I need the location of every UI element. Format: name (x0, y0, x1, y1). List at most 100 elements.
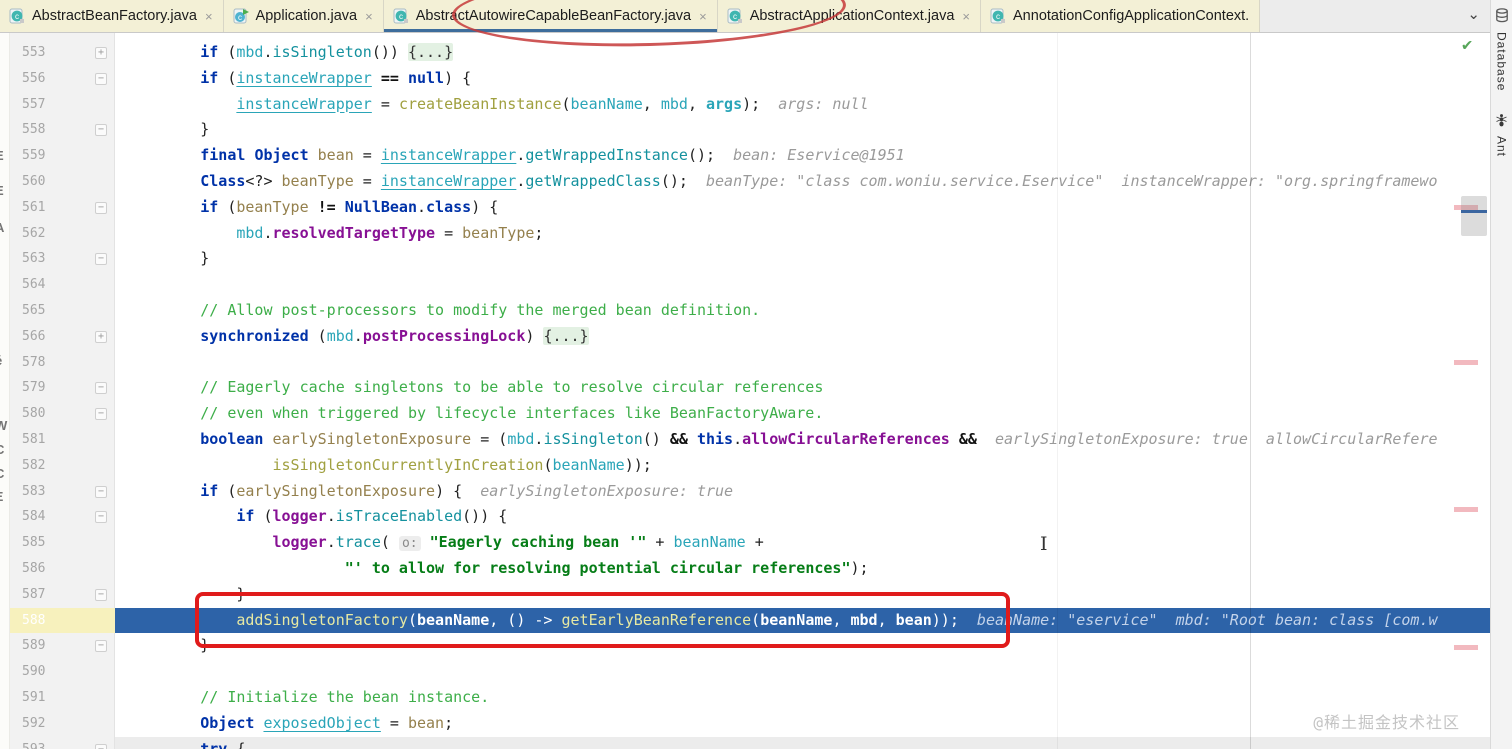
error-stripe-mark[interactable] (1454, 507, 1478, 512)
code-text[interactable] (115, 350, 1490, 376)
watermark: @稀土掘金技术社区 (1313, 713, 1460, 732)
code-line[interactable]: 582 isSingletonCurrentlyInCreation(beanN… (10, 453, 1490, 479)
fold-marker-icon[interactable]: − (95, 124, 107, 137)
code-text[interactable] (115, 272, 1490, 298)
code-line[interactable]: 564 (10, 272, 1490, 298)
code-text[interactable]: } (115, 633, 1490, 659)
code-text[interactable]: } (115, 582, 1490, 608)
code-line[interactable]: 559 final Object bean = instanceWrapper.… (10, 143, 1490, 169)
tool-button-database[interactable]: Database (1495, 8, 1509, 91)
code-token: boolean (200, 429, 264, 448)
fold-marker-icon[interactable]: − (95, 382, 107, 395)
code-line[interactable]: 558 − } (10, 117, 1490, 143)
fold-marker-icon[interactable]: − (95, 253, 107, 266)
code-line[interactable]: 581 boolean earlySingletonExposure = (mb… (10, 427, 1490, 453)
code-line[interactable]: 566 + synchronized (mbd.postProcessingLoc… (10, 324, 1490, 350)
code-text[interactable]: try { (115, 736, 1490, 749)
code-text[interactable]: if (logger.isTraceEnabled()) { (115, 504, 1490, 530)
code-text[interactable]: // even when triggered by lifecycle inte… (115, 401, 1490, 427)
fold-marker-icon[interactable]: − (95, 640, 107, 653)
error-stripe-mark[interactable] (1454, 360, 1478, 365)
code-line[interactable]: 579 − // Eagerly cache singletons to be a… (10, 375, 1490, 401)
code-line[interactable]: 591 // Initialize the bean instance. (10, 685, 1490, 711)
tab-abstractapplicationcontext[interactable]: c AbstractApplicationContext.java × (717, 0, 982, 32)
code-line[interactable]: 565 // Allow post-processors to modify t… (10, 298, 1490, 324)
chevron-down-icon[interactable]: ⌄ (1461, 5, 1490, 27)
code-text[interactable]: synchronized (mbd.postProcessingLock) {.… (115, 324, 1490, 350)
gutter-cell: 580 − (10, 401, 115, 427)
code-line[interactable]: 560 Class<?> beanType = instanceWrapper.… (10, 169, 1490, 195)
code-line[interactable]: 587 − } (10, 582, 1490, 608)
code-line[interactable]: 578 (10, 350, 1490, 376)
close-icon[interactable]: × (699, 9, 707, 24)
code-line[interactable]: 563 − } (10, 246, 1490, 272)
close-icon[interactable]: × (365, 9, 373, 24)
code-line[interactable]: 589 − } (10, 633, 1490, 659)
code-line[interactable]: 556 − if (instanceWrapper == null) { (10, 66, 1490, 92)
scrollbar-thumb[interactable] (1461, 196, 1487, 236)
code-text[interactable]: if (earlySingletonExposure) { earlySingl… (115, 479, 1490, 505)
code-text[interactable]: if (instanceWrapper == null) { (115, 66, 1490, 92)
code-editor[interactable]: 553 + if (mbd.isSingleton()) {...} 556− if… (10, 33, 1490, 749)
code-line[interactable]: 586 "' to allow for resolving potential … (10, 556, 1490, 582)
fold-marker-icon[interactable]: − (95, 201, 107, 214)
tab-annotationconfigapplicationcontext[interactable]: c AnnotationConfigApplicationContext. (981, 0, 1261, 32)
code-line[interactable]: 562 mbd.resolvedTargetType = beanType; (10, 221, 1490, 247)
code-line[interactable]: 585 logger.trace( o: "Eagerly caching be… (10, 530, 1490, 556)
code-line[interactable]: 588 addSingletonFactory(beanName, () -> … (10, 607, 1490, 634)
code-text[interactable]: final Object bean = instanceWrapper.getW… (115, 143, 1490, 169)
fold-marker-icon[interactable]: + (95, 330, 107, 343)
fold-marker-icon[interactable]: − (95, 72, 107, 85)
fold-marker-icon[interactable]: + (95, 47, 107, 59)
code-text[interactable]: if (beanType != NullBean.class) { (115, 195, 1490, 221)
code-text[interactable]: boolean earlySingletonExposure = (mbd. is… (115, 427, 1490, 453)
code-text[interactable]: Object exposedObject = bean; (115, 711, 1490, 737)
fold-marker-icon[interactable]: − (95, 485, 107, 498)
tab-abstractautowirecapablebeanfactory[interactable]: c AbstractAutowireCapableBeanFactory.jav… (383, 0, 718, 32)
tab-label: AbstractAutowireCapableBeanFactory.java (415, 8, 692, 24)
fold-marker-icon[interactable]: − (95, 743, 107, 749)
code-line[interactable]: 557 instanceWrapper = createBeanInstance… (10, 92, 1490, 118)
code-token: Object (200, 713, 255, 732)
code-text[interactable]: instanceWrapper = createBeanInstance(bea… (115, 92, 1490, 118)
code-text[interactable]: "' to allow for resolving potential circ… (115, 556, 1490, 582)
error-stripe-mark[interactable] (1454, 645, 1478, 650)
close-icon[interactable]: × (962, 9, 970, 24)
code-token: ( (218, 68, 237, 87)
fold-marker-icon[interactable]: − (95, 511, 107, 524)
code-line[interactable]: 561 − if (beanType != NullBean.class) { (10, 195, 1490, 221)
tab-application[interactable]: c Application.java × (223, 0, 384, 32)
code-text[interactable]: } (115, 117, 1490, 143)
code-text[interactable] (115, 659, 1490, 685)
code-text[interactable]: // Allow post-processors to modify the m… (115, 298, 1490, 324)
code-text[interactable]: isSingletonCurrentlyInCreation(beanName)… (115, 453, 1490, 479)
close-icon[interactable]: × (205, 9, 213, 24)
code-line[interactable]: 592 Object exposedObject = bean; (10, 711, 1490, 737)
code-token: ); (742, 94, 761, 113)
code-text[interactable]: Class<?> beanType = instanceWrapper.getW… (115, 169, 1490, 195)
code-text[interactable]: } (115, 246, 1490, 272)
code-text[interactable]: // Initialize the bean instance. (115, 685, 1490, 711)
code-text[interactable]: logger.trace( o: "Eagerly caching bean '… (115, 530, 1490, 556)
inspection-ok-icon[interactable]: ✔ (1462, 35, 1472, 55)
code-line[interactable]: 580 − // even when triggered by lifecycle… (10, 401, 1490, 427)
gutter-cell: 560 (10, 169, 115, 195)
code-line[interactable]: 583 − if (earlySingletonExposure) { early… (10, 479, 1490, 505)
code-text[interactable]: addSingletonFactory(beanName, () -> getE… (115, 607, 1490, 634)
code-line[interactable]: 593 − try { (10, 736, 1490, 749)
code-token: ( (218, 43, 237, 61)
code-text[interactable]: mbd.resolvedTargetType = beanType; (115, 221, 1490, 247)
fold-marker-icon[interactable]: − (95, 588, 107, 601)
tab-label: AbstractBeanFactory.java (32, 8, 197, 24)
tab-abstractbeanfactory[interactable]: c AbstractBeanFactory.java × (0, 0, 224, 32)
code-line[interactable]: 553 + if (mbd.isSingleton()) {...} (10, 40, 1490, 66)
code-text[interactable]: if (mbd.isSingleton()) {...} (115, 40, 1490, 66)
code-text[interactable]: // Eagerly cache singletons to be able t… (115, 375, 1490, 401)
tool-button-ant[interactable]: Ant (1495, 113, 1509, 157)
clipped-glyph: Ξ (0, 489, 3, 504)
code-line[interactable]: 584 − if (logger.isTraceEnabled()) { (10, 504, 1490, 530)
fold-marker-icon[interactable]: − (95, 408, 107, 421)
code-line[interactable]: 590 (10, 659, 1490, 685)
